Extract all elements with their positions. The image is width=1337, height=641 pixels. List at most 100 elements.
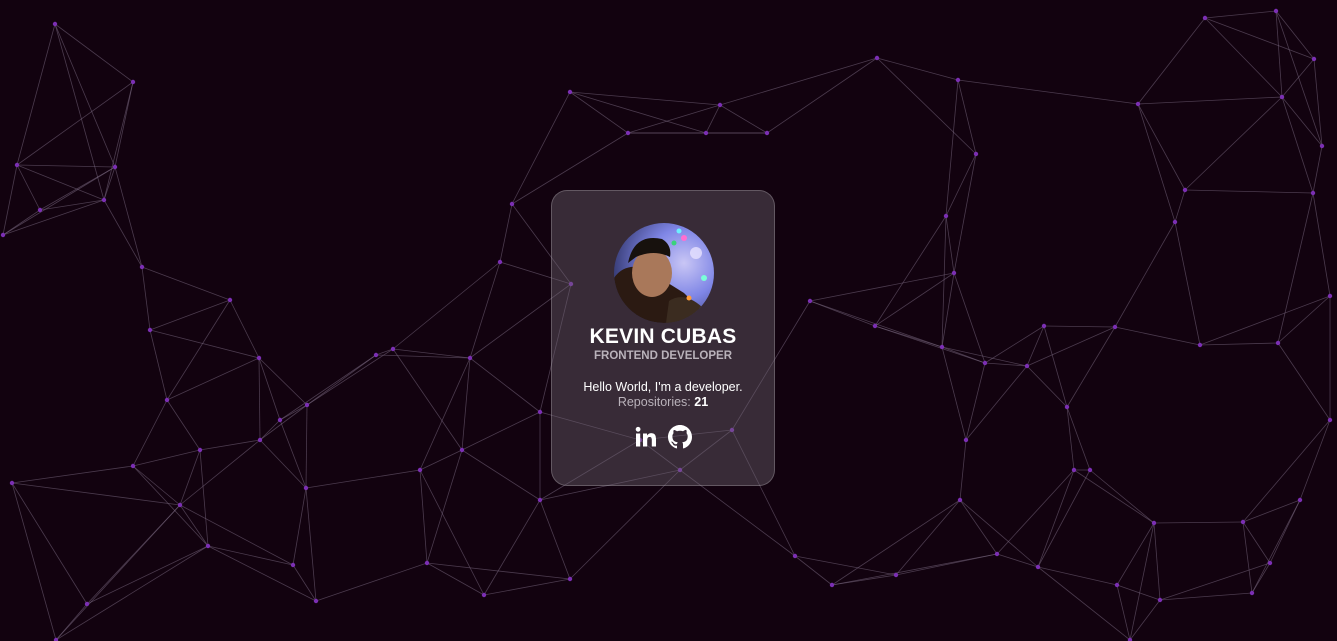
profile-bio: Hello World, I'm a developer. (583, 380, 743, 394)
network-line (305, 469, 421, 489)
network-node (147, 327, 153, 333)
network-line (16, 164, 116, 168)
network-line (103, 199, 143, 268)
network-line (11, 465, 134, 484)
network-line (1275, 10, 1283, 98)
network-node (874, 55, 880, 61)
network-line (258, 357, 308, 406)
network-line (16, 164, 41, 211)
network-node (205, 543, 211, 549)
network-line (54, 23, 134, 83)
social-links (552, 425, 774, 449)
network-line (149, 329, 260, 359)
network-line (132, 399, 168, 467)
network-line (199, 439, 261, 451)
network-line (1277, 192, 1314, 344)
network-node (973, 151, 979, 157)
network-node (703, 130, 709, 136)
network-line (132, 465, 209, 547)
network-line (1184, 96, 1283, 191)
network-line (306, 348, 394, 406)
network-line (1242, 419, 1331, 523)
network-line (461, 357, 471, 451)
network-line (426, 449, 463, 564)
github-icon (668, 425, 692, 449)
network-node (1202, 15, 1208, 21)
network-node (257, 437, 263, 443)
network-node (1249, 590, 1255, 596)
network-line (876, 57, 959, 81)
network-node (1267, 560, 1273, 566)
network-line (1137, 96, 1283, 105)
network-node (1240, 519, 1246, 525)
network-line (809, 272, 955, 302)
network-line (1199, 295, 1331, 346)
github-link[interactable] (668, 425, 692, 449)
network-line (114, 81, 134, 168)
network-node (1151, 520, 1157, 526)
network-line (1116, 522, 1155, 586)
linkedin-link[interactable] (634, 425, 658, 449)
network-line (207, 545, 317, 602)
network-line (16, 164, 105, 201)
network-line (1281, 96, 1314, 194)
network-line (419, 449, 463, 471)
network-line (179, 504, 209, 547)
network-line (54, 23, 116, 168)
network-node (537, 497, 543, 503)
network-line (1312, 192, 1331, 297)
network-line (55, 504, 181, 641)
network-line (499, 203, 513, 263)
network-line (149, 329, 168, 401)
network-line (941, 346, 967, 441)
network-line (419, 469, 485, 596)
network-node (1182, 187, 1188, 193)
network-line (114, 166, 143, 268)
network-line (166, 357, 260, 401)
network-node (829, 582, 835, 588)
network-node (112, 164, 118, 170)
network-line (569, 469, 681, 580)
network-node (1064, 404, 1070, 410)
avatar (614, 223, 714, 323)
network-line (199, 449, 209, 547)
network-node (304, 402, 310, 408)
network-line (953, 153, 977, 274)
network-node (872, 323, 878, 329)
network-line (258, 357, 281, 421)
network-line (959, 439, 967, 501)
network-line (794, 555, 897, 576)
network-line (2, 199, 105, 236)
network-node (1297, 497, 1303, 503)
network-node (939, 344, 945, 350)
network-line (86, 545, 209, 605)
network-line (1137, 17, 1206, 105)
network-line (794, 555, 833, 586)
network-line (1174, 221, 1201, 346)
network-node (277, 417, 283, 423)
network-node (1041, 323, 1047, 329)
network-line (719, 57, 878, 106)
network-line (705, 104, 721, 134)
network-node (390, 346, 396, 352)
profile-name: KEVIN CUBAS (589, 325, 737, 348)
network-line (11, 482, 88, 605)
network-node (625, 130, 631, 136)
network-line (1281, 58, 1315, 98)
network-line (1116, 584, 1131, 641)
network-line (1037, 566, 1131, 641)
network-line (259, 439, 307, 489)
network-line (539, 499, 571, 580)
network-line (315, 562, 428, 602)
network-node (290, 562, 296, 568)
network-node (764, 130, 770, 136)
network-node (994, 551, 1000, 557)
network-line (483, 499, 541, 596)
network-line (229, 299, 260, 359)
network-line (461, 449, 541, 501)
network-line (11, 482, 181, 506)
network-line (1204, 10, 1277, 19)
network-node (1273, 8, 1279, 14)
network-node (1071, 467, 1077, 473)
network-line (1089, 469, 1155, 524)
